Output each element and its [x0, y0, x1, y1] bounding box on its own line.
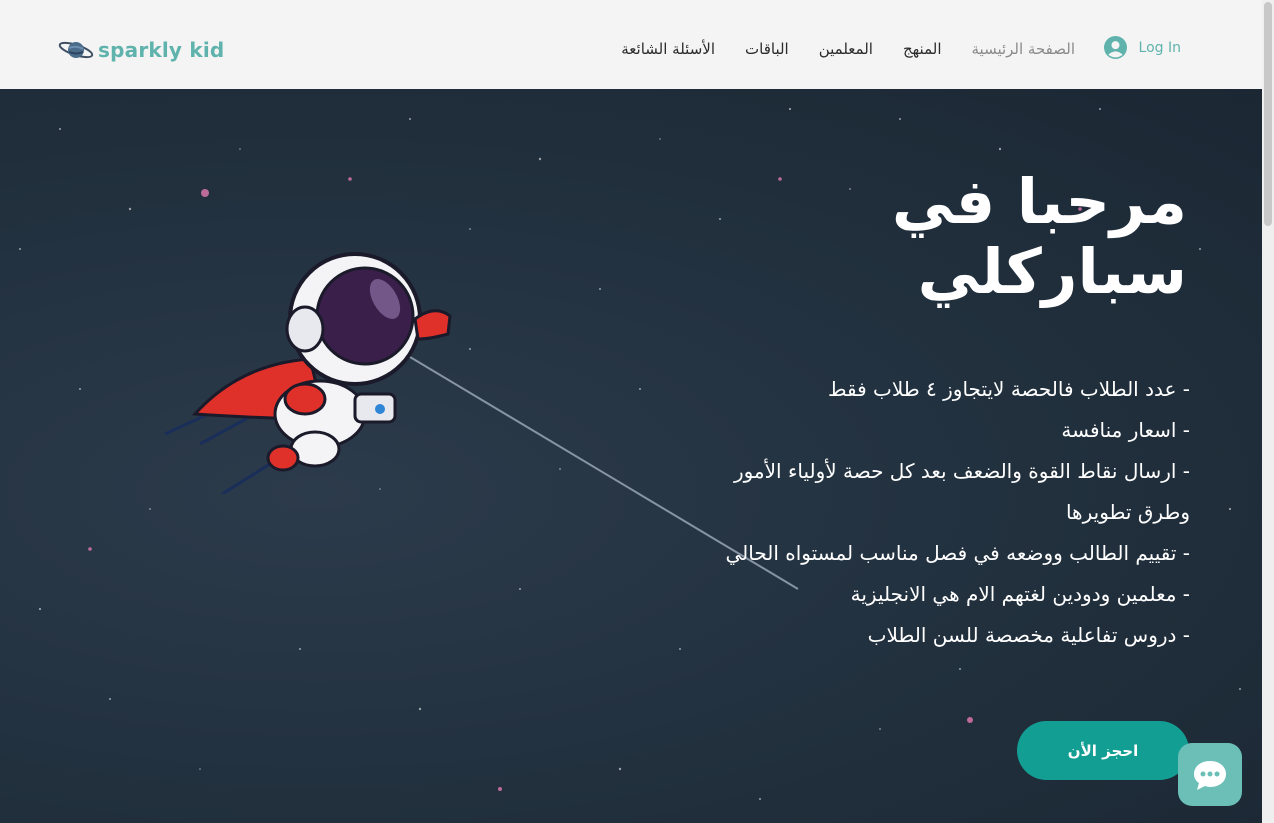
- hero-section: مرحبا في سباركلي - عدد الطلاب فالحصة لاي…: [0, 89, 1262, 823]
- brand-name: sparkly kid: [98, 38, 225, 62]
- hero-title-line2: سباركلي: [917, 235, 1187, 308]
- feature-item: - معلمين ودودين لغتهم الام هي الانجليزية: [850, 582, 1190, 606]
- hero-title: مرحبا في سباركلي: [892, 167, 1187, 307]
- main-nav: الصفحة الرئيسية المنهج المعلمين الباقات …: [621, 40, 1075, 58]
- chat-bubble-icon: [1194, 760, 1226, 790]
- nav-item-packages[interactable]: الباقات: [745, 40, 789, 58]
- feature-item: - اسعار منافسة: [1061, 418, 1190, 442]
- feature-item: - عدد الطلاب فالحصة لايتجاوز ٤ طلاب فقط: [827, 377, 1190, 401]
- astronaut-icon: [164, 252, 452, 494]
- site-header: sparkly kid الصفحة الرئيسية المنهج المعل…: [0, 0, 1262, 89]
- user-avatar-icon: [1103, 36, 1127, 59]
- hero-title-line1: مرحبا في: [891, 165, 1187, 238]
- feature-list: - عدد الطلاب فالحصة لايتجاوز ٤ طلاب فقط …: [690, 369, 1190, 656]
- book-now-button[interactable]: احجز الأن: [1017, 721, 1189, 780]
- feature-item: - دروس تفاعلية مخصصة للسن الطلاب: [867, 623, 1190, 647]
- feature-item: - تقييم الطالب ووضعه في فصل مناسب لمستوا…: [725, 541, 1190, 565]
- chat-widget-button[interactable]: [1178, 743, 1242, 806]
- login-label: Log In: [1138, 39, 1181, 56]
- nav-item-curriculum[interactable]: المنهج: [903, 40, 942, 58]
- feature-item: - ارسال نقاط القوة والضعف بعد كل حصة لأو…: [733, 459, 1190, 524]
- nav-item-teachers[interactable]: المعلمين: [819, 40, 873, 58]
- login-button[interactable]: Log In: [1103, 36, 1181, 59]
- nav-item-home[interactable]: الصفحة الرئيسية: [972, 40, 1076, 58]
- planet-icon: [58, 41, 94, 59]
- logo[interactable]: sparkly kid: [58, 38, 224, 62]
- page-scrollbar[interactable]: [1262, 0, 1274, 823]
- scrollbar-thumb[interactable]: [1264, 2, 1272, 226]
- nav-item-faq[interactable]: الأسئلة الشائعة: [621, 40, 715, 58]
